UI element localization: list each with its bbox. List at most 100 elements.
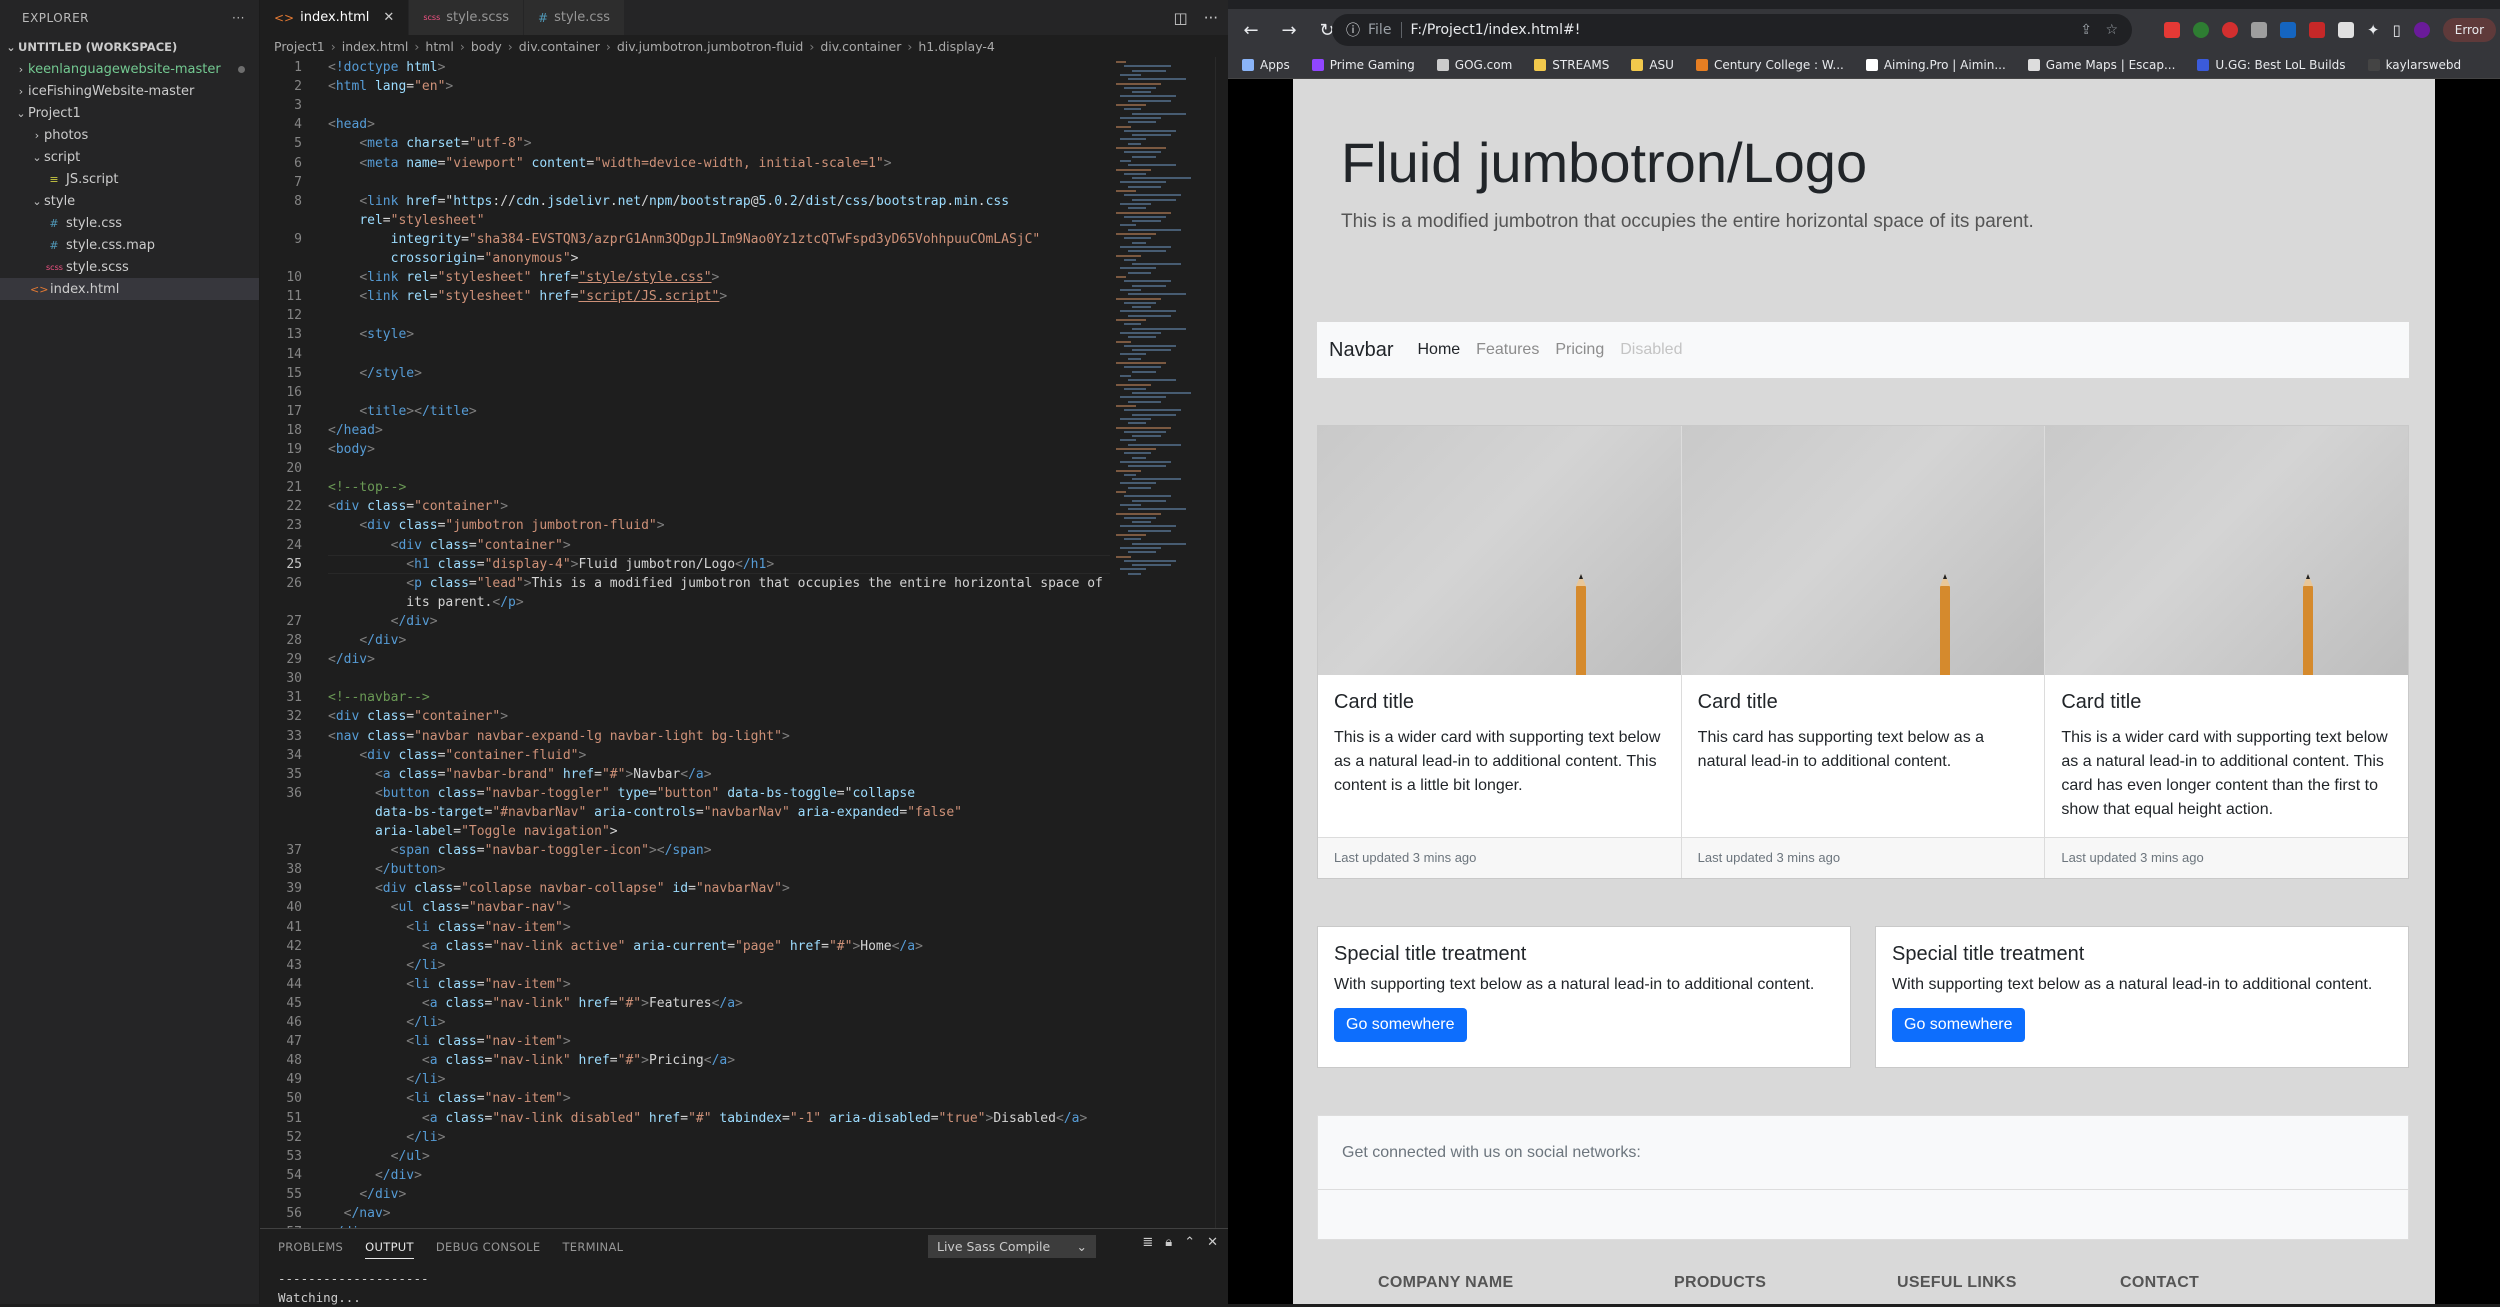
code-line: </style>: [359, 365, 422, 381]
minimap-line: [1132, 177, 1191, 180]
folder-item[interactable]: ⌄ script: [0, 146, 259, 168]
error-badge[interactable]: Error: [2442, 18, 2496, 42]
bookmark-star-icon[interactable]: ☆: [2105, 22, 2118, 38]
shield-icon[interactable]: [2337, 22, 2354, 38]
split-editor-icon[interactable]: ◫: [1174, 9, 1188, 27]
extension-icon[interactable]: [2308, 22, 2325, 38]
file-tree: ⌄ UNTITLED (WORKSPACE) › keenlanguagewebs…: [0, 36, 259, 300]
panel-tab-problems[interactable]: PROBLEMS: [278, 1240, 343, 1254]
minimap-line: [1132, 263, 1181, 266]
panel-tab-debug-console[interactable]: DEBUG CONSOLE: [436, 1240, 541, 1254]
minimap-line: [1124, 323, 1141, 326]
minimap-line: [1132, 134, 1171, 137]
file-item[interactable]: scss style.scss: [0, 256, 259, 278]
clear-output-icon[interactable]: ≣: [1142, 1235, 1153, 1250]
line-number: 34: [286, 747, 302, 763]
nav-link-pricing[interactable]: Pricing: [1555, 341, 1604, 359]
maximize-panel-icon[interactable]: ⌃: [1184, 1235, 1195, 1250]
minimap-line: [1132, 478, 1181, 481]
breadcrumb-item[interactable]: index.html: [342, 39, 409, 54]
puzzle-piece-icon[interactable]: ✦: [2367, 21, 2380, 39]
minimap-line: [1116, 233, 1156, 235]
extension-icon[interactable]: [2221, 22, 2238, 38]
code-line: <div class="container">: [328, 499, 509, 515]
bookmark-item[interactable]: STREAMS: [1534, 58, 1609, 72]
bookmark-item[interactable]: Prime Gaming: [1311, 58, 1415, 72]
go-somewhere-button[interactable]: Go somewhere: [1334, 1008, 1467, 1042]
output-channel-select[interactable]: Live Sass Compile ⌄: [928, 1235, 1096, 1258]
minimap-line: [1132, 220, 1161, 223]
tab-style-scss[interactable]: scss style.scss: [409, 0, 525, 35]
folder-item[interactable]: › keenlanguagewebsite-master: [0, 58, 259, 80]
bookmark-item[interactable]: U.GG: Best LoL Builds: [2197, 58, 2346, 72]
minimap[interactable]: [1110, 57, 1228, 597]
code-line: <div class="container">: [328, 709, 509, 725]
tab-index-html[interactable]: <> index.html ✕: [260, 0, 410, 35]
minimap-line: [1120, 525, 1176, 528]
folder-item[interactable]: ⌄ style: [0, 190, 259, 212]
code-line: </li>: [406, 1015, 446, 1030]
lock-icon[interactable]: 🔒︎: [1165, 1235, 1172, 1250]
nav-link-home[interactable]: Home: [1417, 341, 1460, 359]
panel-tab-terminal[interactable]: TERMINAL: [562, 1240, 623, 1254]
breadcrumb-item[interactable]: h1.display-4: [918, 39, 994, 54]
code-line: <html lang="en">: [328, 79, 454, 95]
more-actions-icon[interactable]: ···: [232, 11, 245, 25]
forward-arrow-icon[interactable]: →: [1276, 20, 1302, 41]
navbar-brand[interactable]: Navbar: [1329, 339, 1393, 362]
side-panel-icon[interactable]: ▯: [2392, 21, 2400, 39]
minimap-line: [1124, 452, 1151, 455]
close-panel-icon[interactable]: ✕: [1207, 1235, 1218, 1250]
back-arrow-icon[interactable]: ←: [1238, 20, 1264, 41]
folder-item[interactable]: › photos: [0, 124, 259, 146]
breadcrumb-item[interactable]: div.jumbotron.jumbotron-fluid: [617, 39, 803, 54]
breadcrumb-item[interactable]: Project1: [274, 39, 325, 54]
share-icon[interactable]: ⇪: [2080, 22, 2092, 38]
breadcrumb-item[interactable]: html: [425, 39, 453, 54]
bookmark-item[interactable]: Game Maps | Escap...: [2027, 58, 2175, 72]
bookmark-item[interactable]: ASU: [1631, 58, 1674, 72]
explorer-header: EXPLORER ···: [0, 0, 259, 36]
line-number: 45: [286, 995, 302, 1011]
panel-tab-output[interactable]: OUTPUT: [365, 1240, 414, 1259]
address-bar[interactable]: ⓘ File F:/Project1/index.html#! ⇪ ☆: [1332, 14, 2132, 46]
close-icon[interactable]: ✕: [383, 10, 394, 25]
browser-tabstrip[interactable]: [1228, 0, 2500, 9]
grammarly-icon[interactable]: [2192, 22, 2209, 38]
more-actions-icon[interactable]: ···: [1204, 9, 1218, 27]
code-line: aria-label="Toggle navigation">: [374, 824, 618, 839]
folder-item[interactable]: ⌄ Project1: [0, 102, 259, 124]
profile-avatar[interactable]: [2413, 22, 2430, 38]
bookmark-item[interactable]: Century College : W...: [1695, 58, 1844, 72]
editor-scrollbar[interactable]: [1215, 57, 1228, 1228]
nav-link-features[interactable]: Features: [1476, 341, 1539, 359]
file-item[interactable]: <> index.html: [0, 278, 259, 300]
info-icon[interactable]: ⓘ: [1346, 20, 1360, 40]
minimap-line: [1124, 129, 1176, 132]
minimap-line: [1132, 564, 1171, 567]
minimap-line: [1132, 155, 1156, 158]
bookmark-item[interactable]: Aiming.Pro | Aimin...: [1865, 58, 2006, 72]
workspace-root[interactable]: ⌄ UNTITLED (WORKSPACE): [0, 36, 259, 58]
bookmark-item[interactable]: Apps: [1242, 58, 1290, 72]
code-line: <p class="lead">This is a modified jumbo…: [406, 575, 1103, 591]
code-editor[interactable]: 1 <!doctype html> 2 <html lang="en"> 3 4 <head…: [260, 57, 1110, 1228]
settings-gear-icon[interactable]: [2250, 22, 2267, 38]
bookmark-item[interactable]: GOG.com: [1436, 58, 1512, 72]
bookmark-item[interactable]: kaylarswebd: [2367, 58, 2461, 72]
file-item[interactable]: # style.css.map: [0, 234, 259, 256]
tab-style-css[interactable]: # style.css: [524, 0, 626, 35]
minimap-line: [1124, 387, 1146, 390]
breadcrumb-item[interactable]: div.container: [519, 39, 600, 54]
file-item[interactable]: # style.css: [0, 212, 259, 234]
breadcrumb-item[interactable]: body: [471, 39, 502, 54]
line-number: 2: [294, 79, 302, 95]
go-somewhere-button[interactable]: Go somewhere: [1892, 1008, 2025, 1042]
folder-item[interactable]: › iceFishingWebsite-master: [0, 80, 259, 102]
file-item[interactable]: ≡ JS.script: [0, 168, 259, 190]
breadcrumb-item[interactable]: div.container: [820, 39, 901, 54]
card: Card title This card has supporting text …: [1681, 426, 2046, 878]
extension-icon[interactable]: [2163, 22, 2180, 38]
extension-icon[interactable]: [2279, 22, 2296, 38]
minimap-line: [1116, 61, 1126, 63]
